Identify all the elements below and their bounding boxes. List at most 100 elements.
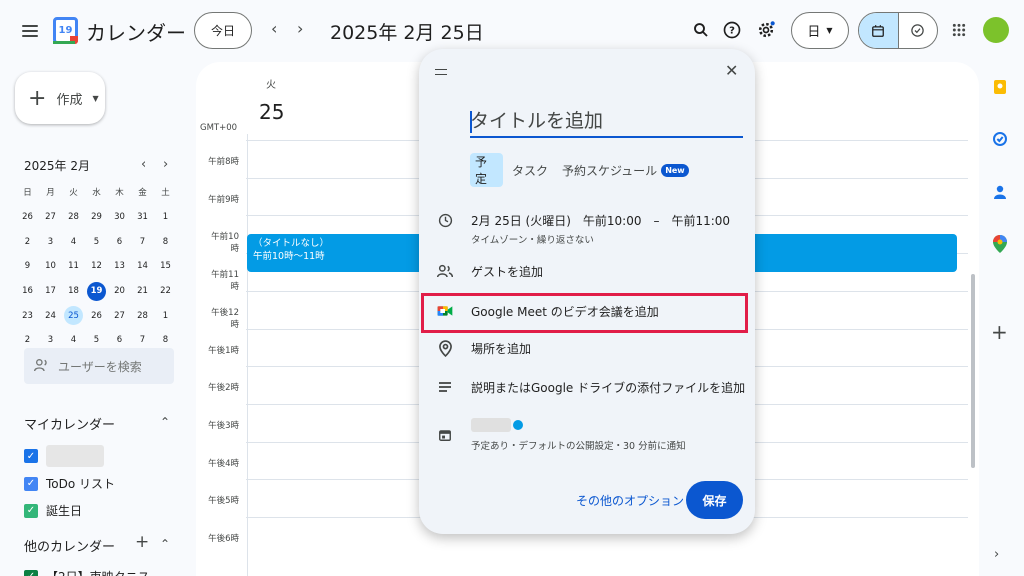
chevron-up-icon[interactable]: ⌃ (160, 537, 170, 551)
calendar-tasks-toggle[interactable] (858, 12, 938, 49)
calendar-settings-text[interactable]: 予定あり・デフォルトの公開設定・30 分前に通知 (471, 438, 686, 452)
add-google-meet-row[interactable]: Google Meet のビデオ会議を追加 (437, 303, 659, 320)
chevron-up-icon[interactable]: ⌃ (160, 415, 170, 429)
mini-day-cell[interactable]: 5 (85, 229, 108, 254)
add-addon-plus-icon[interactable]: + (991, 320, 1008, 344)
main-menu-icon[interactable] (18, 19, 42, 43)
mini-day-cell[interactable]: 10 (39, 254, 62, 279)
mini-day-cell[interactable]: 6 (108, 229, 131, 254)
mini-day-cell[interactable]: 21 (131, 279, 154, 304)
other-calendars-heading[interactable]: 他のカレンダー (24, 536, 115, 555)
drag-handle-icon[interactable] (435, 69, 447, 75)
mini-day-cell[interactable]: 1 (154, 303, 177, 328)
add-description-row[interactable]: 説明またはGoogle ドライブの添付ファイルを追加 (437, 379, 745, 396)
mini-day-cell[interactable]: 31 (131, 205, 154, 230)
maps-icon[interactable] (991, 235, 1009, 253)
day-number[interactable]: 25 (259, 100, 284, 124)
mini-day-cell[interactable]: 28 (131, 303, 154, 328)
mini-day-cell[interactable]: 19 (85, 279, 108, 304)
checkbox-checked-icon[interactable]: ✓ (24, 569, 38, 576)
account-avatar[interactable] (983, 17, 1009, 43)
tab-appointment-schedule[interactable]: 予約スケジュール New (557, 153, 694, 187)
mini-day-cell[interactable]: 20 (108, 279, 131, 304)
mini-day-cell[interactable]: 24 (39, 303, 62, 328)
checkbox-checked-icon[interactable]: ✓ (24, 476, 38, 491)
tab-event[interactable]: 予定 (470, 153, 503, 187)
add-guests-row[interactable]: ゲストを追加 (437, 263, 543, 280)
mini-day-number: 2 (24, 236, 31, 247)
mini-day-cell[interactable]: 16 (16, 279, 39, 304)
tasks-icon[interactable] (991, 130, 1009, 148)
my-calendar-item-todo[interactable]: ✓ ToDo リスト (24, 475, 115, 492)
mini-day-cell[interactable]: 7 (131, 229, 154, 254)
today-button[interactable]: 今日 (194, 12, 252, 49)
event-title-input[interactable] (470, 106, 743, 138)
tasks-view-icon[interactable] (899, 13, 938, 48)
mini-prev-month-icon[interactable]: ‹ (141, 157, 146, 172)
settings-gear-icon[interactable] (754, 18, 778, 42)
mini-next-month-icon[interactable]: › (163, 157, 168, 172)
mini-day-cell[interactable]: 1 (154, 205, 177, 230)
timezone-repeat-text[interactable]: タイムゾーン・繰り返さない (471, 232, 730, 246)
mini-day-cell[interactable]: 12 (85, 254, 108, 279)
add-location-row[interactable]: 場所を追加 (437, 339, 531, 357)
mini-day-cell[interactable]: 9 (16, 254, 39, 279)
my-calendar-item-1[interactable]: ✓ (24, 445, 104, 467)
checkbox-checked-icon[interactable]: ✓ (24, 449, 38, 463)
mini-day-cell[interactable]: 23 (16, 303, 39, 328)
calendar-selector[interactable] (471, 417, 686, 432)
mini-day-cell[interactable]: 26 (16, 205, 39, 230)
create-label: 作成 (56, 92, 83, 108)
next-day-icon[interactable]: › (297, 19, 303, 38)
my-calendars-heading[interactable]: マイカレンダー (24, 414, 115, 433)
mini-day-number: 15 (160, 261, 171, 272)
other-calendar-item[interactable]: ✓ 【2日】東映タニス (24, 568, 150, 576)
more-options-button[interactable]: その他のオプション (576, 492, 684, 509)
datetime-row[interactable]: 2月 25日 (火曜日) 午前10:00 – 午前11:00 タイムゾーン・繰り… (437, 212, 730, 246)
apps-grid-icon[interactable] (947, 18, 971, 42)
create-button[interactable]: + 作成 ▼ (15, 72, 105, 124)
help-icon[interactable]: ? (720, 18, 744, 42)
save-button[interactable]: 保存 (686, 481, 743, 519)
mini-day-number: 31 (137, 212, 148, 223)
mini-day-cell[interactable]: 18 (62, 279, 85, 304)
mini-day-cell[interactable]: 17 (39, 279, 62, 304)
contacts-icon[interactable] (991, 183, 1009, 201)
mini-day-cell[interactable]: 27 (39, 205, 62, 230)
search-icon[interactable] (689, 18, 713, 42)
add-calendar-plus-icon[interactable]: + (135, 532, 149, 552)
mini-day-cell[interactable]: 25 (62, 303, 85, 328)
view-select[interactable]: 日 ▼ (791, 12, 849, 49)
tab-task[interactable]: タスク (507, 153, 553, 187)
datetime-text[interactable]: 2月 25日 (火曜日) 午前10:00 – 午前11:00 (471, 212, 730, 229)
calendar-logo-icon[interactable]: 19 (53, 17, 78, 44)
calendar-visibility-row[interactable]: 予定あり・デフォルトの公開設定・30 分前に通知 (437, 417, 686, 452)
mini-day-cell[interactable]: 3 (39, 229, 62, 254)
scrollbar[interactable] (971, 274, 975, 468)
keep-icon[interactable] (991, 78, 1009, 96)
user-search-input[interactable]: ユーザーを検索 (24, 348, 174, 384)
mini-day-cell[interactable]: 22 (154, 279, 177, 304)
chevron-right-icon[interactable]: › (994, 547, 999, 562)
mini-day-cell[interactable]: 11 (62, 254, 85, 279)
mini-weekday-label: 水 (92, 188, 101, 199)
calendar-view-icon[interactable] (859, 13, 899, 48)
mini-day-cell[interactable]: 14 (131, 254, 154, 279)
mini-day-cell[interactable]: 29 (85, 205, 108, 230)
mini-day-cell[interactable]: 26 (85, 303, 108, 328)
mini-day-cell[interactable]: 13 (108, 254, 131, 279)
previous-day-icon[interactable]: ‹ (271, 19, 277, 38)
mini-day-cell[interactable]: 2 (16, 229, 39, 254)
mini-day-number: 3 (47, 335, 54, 346)
mini-day-cell[interactable]: 27 (108, 303, 131, 328)
mini-day-cell[interactable]: 4 (62, 229, 85, 254)
my-calendar-item-birthdays[interactable]: ✓ 誕生日 (24, 502, 82, 519)
mini-day-cell[interactable]: 28 (62, 205, 85, 230)
mini-day-cell[interactable]: 15 (154, 254, 177, 279)
app-title[interactable]: カレンダー (86, 17, 186, 46)
mini-weekday-label: 土 (161, 188, 170, 199)
checkbox-checked-icon[interactable]: ✓ (24, 503, 38, 518)
mini-day-cell[interactable]: 30 (108, 205, 131, 230)
mini-day-cell[interactable]: 8 (154, 229, 177, 254)
close-icon[interactable]: ✕ (725, 61, 738, 80)
